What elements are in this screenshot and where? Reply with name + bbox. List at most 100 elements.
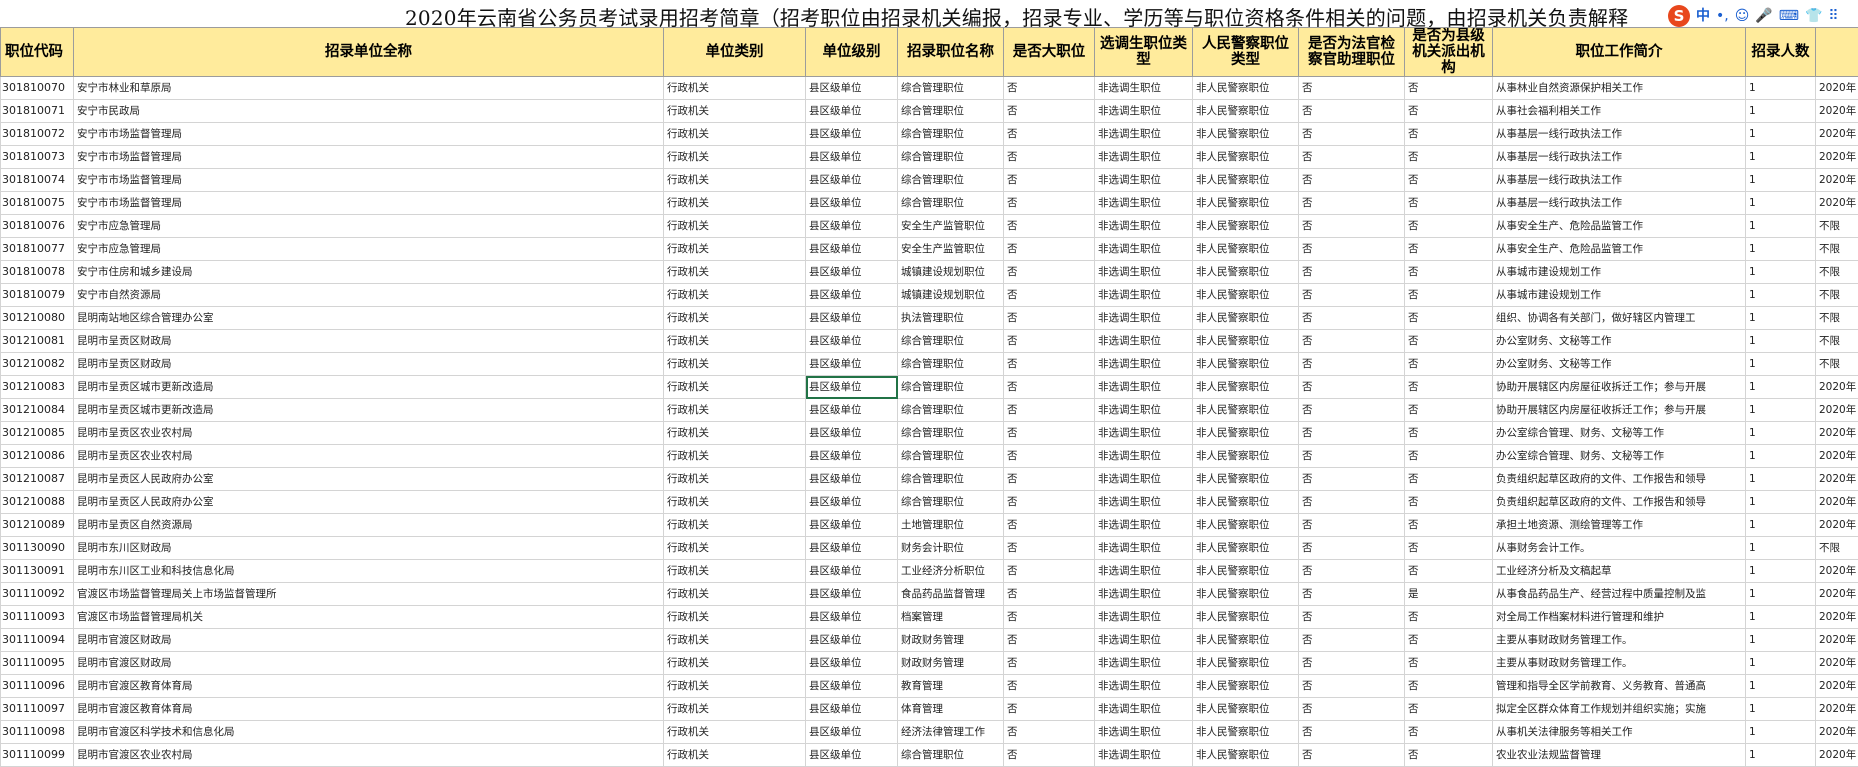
table-cell[interactable]: 301810076 <box>1 215 74 238</box>
table-cell[interactable]: 301810071 <box>1 100 74 123</box>
table-cell[interactable]: 否 <box>1004 261 1095 284</box>
table-cell[interactable]: 301210080 <box>1 307 74 330</box>
table-cell[interactable]: 安宁市应急管理局 <box>74 238 664 261</box>
table-cell[interactable]: 2020年 <box>1816 560 1858 583</box>
table-cell[interactable]: 非选调生职位 <box>1095 284 1193 307</box>
table-cell[interactable]: 行政机关 <box>664 468 806 491</box>
table-cell[interactable]: 非人民警察职位 <box>1193 353 1299 376</box>
table-cell[interactable]: 1 <box>1746 445 1816 468</box>
table-cell[interactable]: 综合管理职位 <box>898 169 1004 192</box>
table-cell[interactable]: 否 <box>1004 77 1095 100</box>
table-cell[interactable]: 非人民警察职位 <box>1193 583 1299 606</box>
table-cell[interactable]: 昆明南站地区综合管理办公室 <box>74 307 664 330</box>
table-cell[interactable]: 安全生产监管职位 <box>898 238 1004 261</box>
spreadsheet-grid[interactable]: 职位代码 招录单位全称 单位类别 单位级别 招录职位名称 是否大职位 选调生职位… <box>0 27 1858 767</box>
header-cell[interactable]: 招录人数 <box>1746 28 1816 77</box>
table-cell[interactable]: 否 <box>1004 583 1095 606</box>
table-cell[interactable]: 县区级单位 <box>806 675 898 698</box>
table-cell[interactable]: 非人民警察职位 <box>1193 652 1299 675</box>
table-cell[interactable]: 非选调生职位 <box>1095 560 1193 583</box>
table-cell[interactable]: 非人民警察职位 <box>1193 445 1299 468</box>
table-cell[interactable]: 综合管理职位 <box>898 744 1004 767</box>
table-cell[interactable]: 301210081 <box>1 330 74 353</box>
table-cell[interactable]: 非选调生职位 <box>1095 123 1193 146</box>
table-cell[interactable]: 官渡区市场监督管理局机关 <box>74 606 664 629</box>
ime-language-toggle[interactable]: 中 <box>1696 6 1710 26</box>
table-cell[interactable]: 行政机关 <box>664 123 806 146</box>
table-cell[interactable]: 否 <box>1004 652 1095 675</box>
table-cell[interactable]: 2020年 <box>1816 652 1858 675</box>
table-cell[interactable]: 从事基层一线行政执法工作 <box>1493 192 1746 215</box>
table-cell[interactable]: 安宁市市场监督管理局 <box>74 192 664 215</box>
table-cell[interactable]: 县区级单位 <box>806 606 898 629</box>
header-cell[interactable]: 单位级别 <box>806 28 898 77</box>
table-cell[interactable]: 301210085 <box>1 422 74 445</box>
table-cell[interactable]: 1 <box>1746 261 1816 284</box>
table-cell[interactable]: 县区级单位 <box>806 330 898 353</box>
table-cell[interactable]: 不限 <box>1816 238 1858 261</box>
table-cell[interactable]: 非选调生职位 <box>1095 169 1193 192</box>
table-cell[interactable]: 工业经济分析及文稿起草 <box>1493 560 1746 583</box>
table-cell[interactable]: 食品药品监督管理 <box>898 583 1004 606</box>
table-cell[interactable]: 县区级单位 <box>806 77 898 100</box>
table-cell[interactable]: 从事安全生产、危险品监管工作 <box>1493 238 1746 261</box>
table-cell[interactable]: 安全生产监管职位 <box>898 215 1004 238</box>
table-cell[interactable]: 综合管理职位 <box>898 77 1004 100</box>
table-cell[interactable]: 非选调生职位 <box>1095 261 1193 284</box>
table-cell[interactable]: 昆明市官渡区科学技术和信息化局 <box>74 721 664 744</box>
table-cell[interactable]: 否 <box>1405 100 1493 123</box>
table-cell[interactable]: 1 <box>1746 238 1816 261</box>
table-cell[interactable]: 否 <box>1004 146 1095 169</box>
table-cell[interactable]: 县区级单位 <box>806 583 898 606</box>
table-cell[interactable]: 1 <box>1746 537 1816 560</box>
header-cell[interactable]: 招录单位全称 <box>74 28 664 77</box>
table-cell[interactable]: 县区级单位 <box>806 192 898 215</box>
table-cell[interactable]: 非人民警察职位 <box>1193 721 1299 744</box>
table-cell[interactable]: 301110099 <box>1 744 74 767</box>
table-cell[interactable]: 否 <box>1405 445 1493 468</box>
table-cell[interactable]: 否 <box>1299 284 1405 307</box>
table-cell[interactable]: 非选调生职位 <box>1095 445 1193 468</box>
table-cell[interactable]: 2020年 <box>1816 192 1858 215</box>
table-cell[interactable]: 拟定全区群众体育工作规划并组织实施；实施 <box>1493 698 1746 721</box>
table-cell[interactable]: 否 <box>1004 238 1095 261</box>
table-cell[interactable]: 否 <box>1299 146 1405 169</box>
table-cell[interactable]: 2020年 <box>1816 77 1858 100</box>
table-cell[interactable]: 301210086 <box>1 445 74 468</box>
table-cell[interactable]: 2020年 <box>1816 491 1858 514</box>
table-cell[interactable]: 行政机关 <box>664 330 806 353</box>
table-cell[interactable]: 昆明市官渡区教育体育局 <box>74 698 664 721</box>
table-cell[interactable]: 否 <box>1299 238 1405 261</box>
table-cell[interactable]: 财政财务管理 <box>898 629 1004 652</box>
table-cell[interactable]: 301810070 <box>1 77 74 100</box>
table-cell[interactable]: 否 <box>1405 744 1493 767</box>
table-cell[interactable]: 否 <box>1004 284 1095 307</box>
table-cell[interactable]: 行政机关 <box>664 353 806 376</box>
table-cell[interactable]: 综合管理职位 <box>898 422 1004 445</box>
table-cell[interactable]: 非人民警察职位 <box>1193 629 1299 652</box>
table-cell[interactable]: 行政机关 <box>664 192 806 215</box>
table-cell[interactable]: 否 <box>1405 169 1493 192</box>
table-cell[interactable]: 2020年 <box>1816 468 1858 491</box>
table-cell[interactable]: 否 <box>1405 353 1493 376</box>
table-cell[interactable]: 行政机关 <box>664 721 806 744</box>
table-cell[interactable]: 非人民警察职位 <box>1193 330 1299 353</box>
table-cell[interactable]: 2020年 <box>1816 123 1858 146</box>
table-cell[interactable]: 否 <box>1405 77 1493 100</box>
table-cell[interactable]: 否 <box>1405 606 1493 629</box>
table-cell[interactable]: 县区级单位 <box>806 123 898 146</box>
table-cell[interactable]: 非选调生职位 <box>1095 238 1193 261</box>
table-cell[interactable]: 农业农业法规监督管理 <box>1493 744 1746 767</box>
table-cell[interactable]: 财政财务管理 <box>898 652 1004 675</box>
table-cell[interactable]: 行政机关 <box>664 606 806 629</box>
sogou-logo-icon[interactable]: S <box>1668 5 1690 27</box>
table-cell[interactable]: 非人民警察职位 <box>1193 123 1299 146</box>
table-cell[interactable]: 昆明市呈贡区城市更新改造局 <box>74 399 664 422</box>
table-cell[interactable]: 行政机关 <box>664 560 806 583</box>
table-cell[interactable]: 否 <box>1004 721 1095 744</box>
table-cell[interactable]: 2020年 <box>1816 422 1858 445</box>
table-cell[interactable]: 非人民警察职位 <box>1193 422 1299 445</box>
table-cell[interactable]: 行政机关 <box>664 652 806 675</box>
table-cell[interactable]: 综合管理职位 <box>898 491 1004 514</box>
table-cell[interactable]: 不限 <box>1816 537 1858 560</box>
